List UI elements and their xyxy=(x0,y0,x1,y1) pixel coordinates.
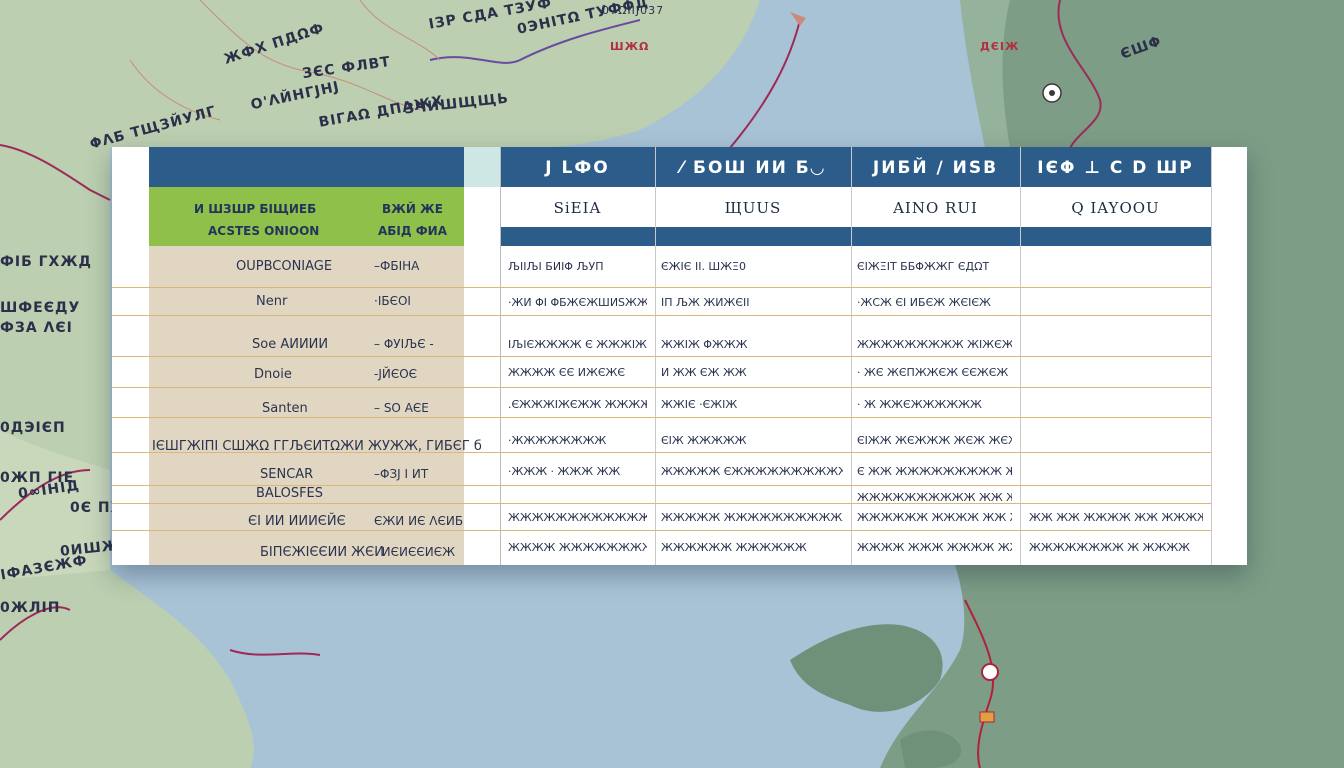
table-cell: · Ж ЖЖЄЖЖЖЖЖЖ xyxy=(857,398,982,411)
table-cell: ЄІЖЖ ЖЄЖЖЖ ЖЄЖ ЖЄЖЖЖ xyxy=(857,434,1012,447)
table-cell: ЖЖЖЖ ЖЖЖ ЖЖЖЖ ЖЖЖЖЖ xyxy=(857,541,1012,554)
left-row-value: – ЅΟ АЄЕ xyxy=(374,401,429,415)
left-row-label: BALOSFES xyxy=(256,486,324,501)
column-subtitle-4: Q IAYOOU xyxy=(1071,199,1160,217)
left-row-value: –ΦЗЈ І ИТ xyxy=(374,467,429,481)
left-header-line1-b: ВЖЙ ЖЕ xyxy=(382,202,443,216)
map-label: 07ΩІІЈ037 xyxy=(602,4,665,17)
left-header-line2-b: АБІД ФИА xyxy=(378,224,447,238)
table-cell: ЖЖЖЖЖЖ ЖЖЖЖ ЖЖ ЖЖЖЖЖЖ xyxy=(857,511,1012,524)
table-cell: ЖЖЖЖЖЖЖЖЖЖЖЖЖЖЖЖ xyxy=(508,511,647,524)
map-label: ШФЕЄДУ xyxy=(0,300,81,316)
table-cell: И ЖЖ ЄЖ ЖЖ xyxy=(661,366,747,379)
map-label: ФІБ ГХЖД xyxy=(0,254,92,270)
table-cell: ЖЖЖЖЖЖЖЖ Ж ЖЖЖЖ xyxy=(1029,541,1191,554)
map-label: 0ЖЛІΠ xyxy=(0,600,61,616)
grid-line xyxy=(112,356,1211,357)
table-cell: ЖЖ ЖЖ ЖЖЖЖ ЖЖ ЖЖЖЖ xyxy=(1029,511,1203,524)
left-row-value: ·ІБЄОІ xyxy=(374,294,411,308)
map-label: ШЖΩ xyxy=(610,40,650,53)
column-subtitle-2: ЩUUS xyxy=(724,199,782,217)
grid-line xyxy=(112,503,1211,504)
table-cell: ЖЖЖЖЖЖЖЖЖЖ ЖЖ ЖЖЖЖ ЖЖЖЖ xyxy=(857,491,1012,504)
table-cell: ЄІЖ ЖЖЖЖЖ xyxy=(661,434,747,447)
table-cell: ЖЖЖЖ ЄЄ ИЖЄЖЄ xyxy=(508,366,626,379)
grid-line xyxy=(112,287,1211,288)
map-label: 0ЖΠ ГІЕ xyxy=(0,470,75,486)
table-cell: ЖЖЖЖ ЖЖЖЖЖЖЖЖ xyxy=(508,541,647,554)
map-label: 0ДЭІЄΠ xyxy=(0,420,66,436)
table-cell: ЖЖІЄ ·ЄЖІЖ xyxy=(661,398,738,411)
left-row-label: SENCAR xyxy=(260,467,314,482)
column-title-4: ІЄΦ ⊥ C D ШP xyxy=(1037,158,1194,178)
grid-line xyxy=(112,387,1211,388)
left-row-value: – ΦУІЉЄ - xyxy=(374,337,434,351)
table-cell: .ЄЖЖЖІЖЄЖЖ ЖЖЖЖ xyxy=(508,398,647,411)
grid-line xyxy=(112,417,1211,418)
left-row-value: ЄЖИ ИЄ ΛЄИБ xyxy=(374,514,464,528)
table-cell: ЖЖЖЖЖЖЖЖЖ ЖІЖЄЖЖЖІЖ xyxy=(857,338,1012,351)
teal-cap xyxy=(464,147,500,187)
data-table-card: И ШЗШР БІЩИЕБ ВЖЙ ЖЕ ACSTES ONIOON АБІД … xyxy=(112,147,1247,565)
table-cell: · ЖЄ ЖЄΠЖЖЄЖ ЄЄЖЄЖ xyxy=(857,366,1009,379)
table-cell: ІЉІЄЖЖЖЖ Є ЖЖЖІЖІΦЖЖІЖЖ xyxy=(508,338,647,351)
grid-line xyxy=(112,315,1211,316)
column-subheader-band xyxy=(500,227,1211,246)
grid-line xyxy=(112,530,1211,531)
table-cell: ЉІІЉІ БИІΦ ЉУΠ xyxy=(508,260,604,273)
table-cell: ЄЖІЄ ІІ. ШЖΞ0 xyxy=(661,260,746,273)
left-row-value: · ИЄИЄЄИЄЖ xyxy=(374,545,455,559)
left-header-line1-a: И ШЗШР БІЩИЕБ xyxy=(194,202,317,216)
left-row-label: ЄІ ИИ ИИИЄЙЄ xyxy=(248,514,346,529)
table-cell: ЄІЖΞІТ ББΦЖЖГ ЄДΩТ xyxy=(857,260,990,273)
left-row-label: ІЄШГЖІΠІ CШЖΩ ГГЉЄИТΩЖИ ЖУЖЖ, ГИБЄГ б xyxy=(152,439,482,454)
table-cell: ЖЖІЖ ΦЖЖЖ xyxy=(661,338,748,351)
left-header-cap xyxy=(149,147,464,187)
table-cell: ЖЖЖЖЖ ЖЖЖЖЖЖЖЖЖЖЖЖ xyxy=(661,511,843,524)
map-marker-south xyxy=(981,663,999,681)
table-cell: ІΠ ЉЖ ЖИЖЄІІ xyxy=(661,296,750,309)
left-header-line2-a: ACSTES ONIOON xyxy=(208,224,320,238)
column-subtitle-1: SiEIA xyxy=(553,199,602,217)
left-row-label: БІΠЄЖІЄЄИИ ЖЄИ xyxy=(260,545,384,560)
table-cell: ЖЖЖЖЖЖ ЖЖЖЖЖЖ xyxy=(661,541,807,554)
table-cell: ·ЖЖЖЖЖЖЖЖ xyxy=(508,434,607,447)
table-cell: ·ЖЖЖ · ЖЖЖ ЖЖ xyxy=(508,465,621,478)
column-title-2: ⁄ БΟШ ИИ Б◡ xyxy=(680,158,826,178)
column-subtitle-3: AINO RUI xyxy=(893,199,978,217)
left-row-value: –ФБІНА xyxy=(374,259,420,273)
table-cell: ·ЖИ ΦІ ΦБЖЄЖШИЅЖЖ xyxy=(508,296,647,309)
left-row-value: -ЈЙЄОЄ xyxy=(374,367,418,381)
column-title-1: J LФO xyxy=(545,158,610,178)
left-row-label: Santen xyxy=(262,401,308,416)
left-row-label: Soe АИИИИ xyxy=(252,337,329,352)
left-row-label: Dnoie xyxy=(254,367,292,382)
column-title-3: JИБЙ ∕ ИЅВ xyxy=(872,158,999,178)
table-cell: ·ЖСЖ ЄІ ИБЄЖ ЖЄІЄЖ xyxy=(857,296,991,309)
left-row-label: Nenr xyxy=(256,294,288,309)
map-label: ФЗА ΛЄІ xyxy=(0,320,73,336)
left-row-label: OUPBCONIAGE xyxy=(236,259,333,274)
map-label: ДЄІЖ xyxy=(980,40,1020,53)
table-cell: ЖЖЖЖЖ ЄЖЖЖЖЖЖЖЖЖЖЖЖ xyxy=(661,465,843,478)
table-cell: Є ЖЖ ЖЖЖЖЖЖЖЖЖ ЖЖ xyxy=(857,465,1012,478)
